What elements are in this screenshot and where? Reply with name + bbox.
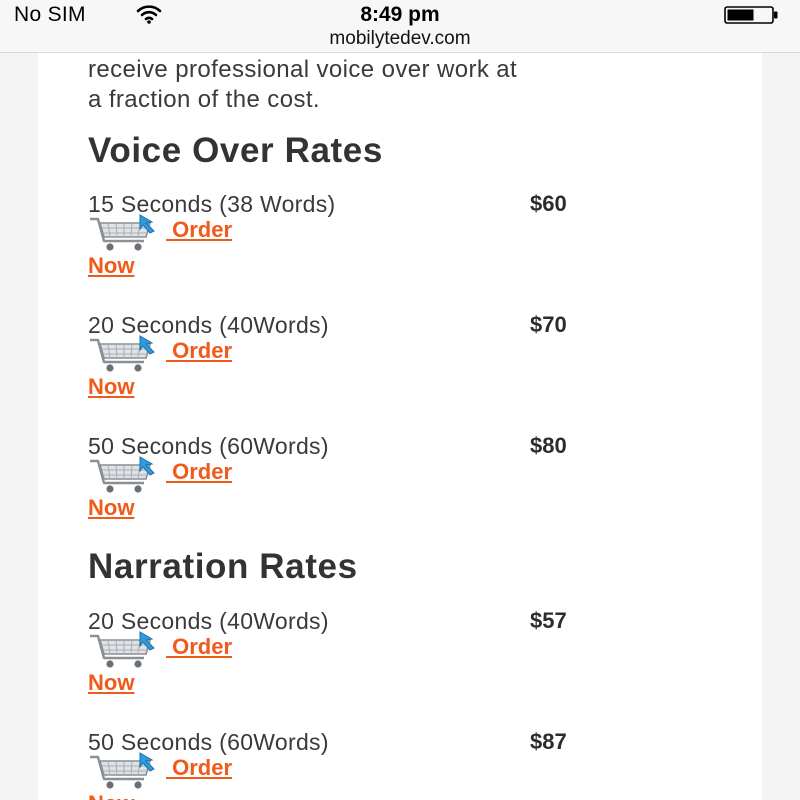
intro-line-1: receive professional voice over work at — [88, 56, 518, 83]
screen: No SIM 8:49 pm mobilytedev.com receive p… — [0, 0, 800, 800]
shopping-cart-icon[interactable] — [88, 630, 164, 670]
rate-item: 20 Seconds (40Words) $70 Order Now — [88, 312, 728, 422]
address-bar[interactable]: mobilytedev.com — [0, 28, 800, 53]
order-now-link[interactable]: Order Now — [88, 213, 288, 283]
voice-over-rates-heading: Voice Over Rates — [88, 131, 383, 170]
now-label[interactable]: Now — [88, 791, 134, 800]
rate-price: $60 — [530, 191, 567, 216]
now-label[interactable]: Now — [88, 495, 134, 521]
url-text[interactable]: mobilytedev.com — [0, 28, 800, 50]
narration-rates-heading: Narration Rates — [88, 547, 358, 586]
order-label[interactable]: Order — [166, 755, 232, 781]
order-label[interactable]: Order — [166, 634, 232, 660]
page-content: receive professional voice over work at … — [38, 53, 762, 800]
status-bar: No SIM 8:49 pm — [0, 0, 800, 28]
shopping-cart-icon[interactable] — [88, 455, 164, 495]
intro-paragraph: receive professional voice over work at … — [88, 55, 748, 115]
rate-item: 20 Seconds (40Words) $57 Order Now — [88, 608, 728, 718]
shopping-cart-icon[interactable] — [88, 751, 164, 791]
order-now-link[interactable]: Order Now — [88, 751, 288, 800]
rate-price: $57 — [530, 608, 567, 633]
shopping-cart-icon[interactable] — [88, 213, 164, 253]
rate-item: 50 Seconds (60Words) $87 Order Now — [88, 729, 728, 800]
intro-line-2: a fraction of the cost. — [88, 86, 320, 113]
rate-price: $70 — [530, 312, 567, 337]
order-label[interactable]: Order — [166, 217, 232, 243]
order-label[interactable]: Order — [166, 338, 232, 364]
order-now-link[interactable]: Order Now — [88, 455, 288, 525]
battery-icon — [724, 6, 778, 24]
rate-price: $87 — [530, 729, 567, 754]
shopping-cart-icon[interactable] — [88, 334, 164, 374]
order-now-link[interactable]: Order Now — [88, 334, 288, 404]
rate-price: $80 — [530, 433, 567, 458]
rate-item: 50 Seconds (60Words) $80 Order Now — [88, 433, 728, 543]
now-label[interactable]: Now — [88, 670, 134, 696]
rate-item: 15 Seconds (38 Words) $60 Order Now — [88, 191, 728, 301]
order-now-link[interactable]: Order Now — [88, 630, 288, 700]
now-label[interactable]: Now — [88, 253, 134, 279]
clock: 8:49 pm — [360, 3, 440, 26]
order-label[interactable]: Order — [166, 459, 232, 485]
now-label[interactable]: Now — [88, 374, 134, 400]
